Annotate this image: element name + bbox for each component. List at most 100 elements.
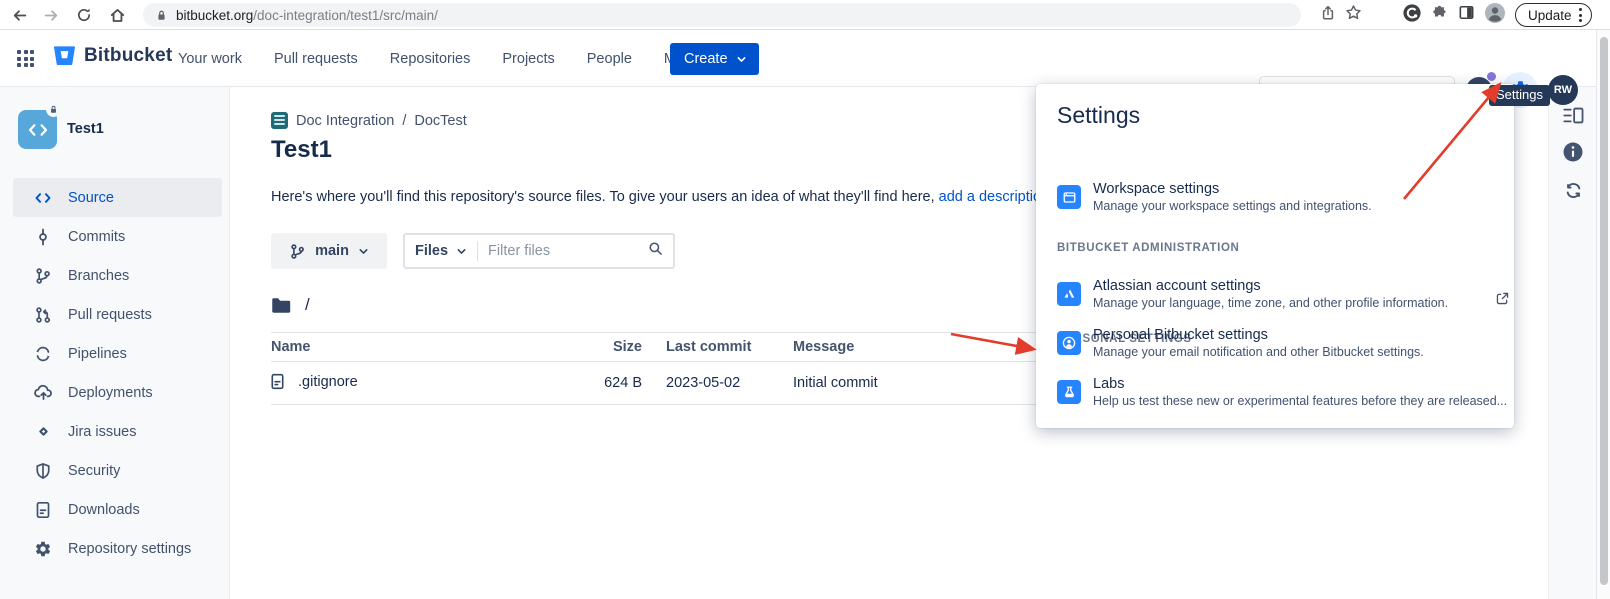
menu-item-labs[interactable]: Labs Help us test these new or experimen… — [1048, 375, 1502, 423]
share-icon[interactable] — [1320, 5, 1336, 26]
breadcrumb: Doc Integration / DocTest — [271, 112, 467, 129]
app-switcher-icon[interactable] — [17, 50, 34, 67]
browser-menu-icon[interactable] — [1579, 8, 1582, 22]
toggle-details-panel-icon[interactable] — [1561, 103, 1585, 127]
add-description-link[interactable]: add a description — [939, 189, 1049, 205]
workspace-avatar-icon — [271, 112, 288, 129]
sidebar-item-source[interactable]: Source — [13, 178, 222, 217]
deployments-cloud-icon — [33, 383, 53, 403]
breadcrumb-workspace[interactable]: Doc Integration — [296, 113, 394, 129]
breadcrumb-project[interactable]: DocTest — [414, 113, 466, 129]
browser-update-button[interactable]: Update — [1515, 3, 1592, 27]
sync-icon[interactable] — [1561, 178, 1585, 202]
app-header: Bitbucket Your work Pull requests Reposi… — [0, 30, 1610, 87]
nav-repositories[interactable]: Repositories — [390, 51, 471, 67]
menu-item-description: Help us test these new or experimental f… — [1093, 394, 1507, 408]
file-last-commit[interactable]: 2023-05-02 — [666, 375, 740, 391]
sidebar-item-branches[interactable]: Branches — [13, 256, 222, 295]
sidebar-item-label: Jira issues — [68, 424, 137, 440]
filter-files-input[interactable] — [488, 243, 648, 259]
update-label: Update — [1528, 8, 1572, 23]
menu-item-title: Workspace settings — [1093, 181, 1219, 197]
sidebar-item-deployments[interactable]: Deployments — [13, 373, 222, 412]
menu-item-description: Manage your language, time zone, and oth… — [1093, 296, 1448, 310]
code-avatar-icon — [27, 119, 49, 141]
settings-tooltip: Settings — [1489, 85, 1550, 106]
notification-dot — [1487, 72, 1496, 81]
sidebar-item-downloads[interactable]: Downloads — [13, 490, 222, 529]
user-avatar[interactable]: RW — [1548, 75, 1578, 105]
sidebar-item-pipelines[interactable]: Pipelines — [13, 334, 222, 373]
table-row-gitignore[interactable]: .gitignore — [269, 373, 358, 390]
column-header-size[interactable]: Size — [560, 339, 642, 355]
sidebar-item-label: Security — [68, 463, 120, 479]
arrow-to-personal-bitbucket-settings — [951, 334, 1033, 349]
code-icon — [33, 188, 53, 208]
info-icon[interactable] — [1561, 140, 1585, 164]
create-button[interactable]: Create — [670, 43, 759, 75]
sidebar-item-label: Branches — [68, 268, 129, 284]
url-host: bitbucket.org — [176, 8, 253, 23]
scrollbar-thumb[interactable] — [1600, 37, 1608, 585]
lock-icon — [155, 9, 168, 22]
file-commit-message[interactable]: Initial commit — [793, 375, 878, 391]
folder-icon — [271, 297, 292, 314]
page-scrollbar[interactable] — [1596, 30, 1610, 599]
sidebar-item-label: Deployments — [68, 385, 153, 401]
file-name[interactable]: .gitignore — [298, 374, 358, 390]
breadcrumb-separator: / — [402, 113, 406, 129]
files-dropdown-label: Files — [415, 243, 448, 259]
side-panel-icon[interactable] — [1458, 4, 1475, 26]
address-bar[interactable]: bitbucket.org/doc-integration/test1/src/… — [143, 3, 1301, 27]
settings-dropdown-title: Settings — [1057, 102, 1140, 129]
browser-home-button[interactable] — [106, 4, 128, 26]
browser-profile-avatar[interactable] — [1484, 2, 1506, 29]
column-header-message[interactable]: Message — [793, 339, 854, 355]
branch-icon — [289, 243, 306, 260]
file-icon — [269, 373, 286, 390]
menu-item-personal-bitbucket-settings[interactable]: Personal Bitbucket settings Manage your … — [1048, 326, 1502, 374]
sidebar-item-label: Repository settings — [68, 541, 191, 557]
extension-logo-icon[interactable] — [1402, 3, 1422, 28]
search-icon — [648, 241, 663, 261]
menu-item-workspace-settings[interactable]: Workspace settings Manage your workspace… — [1048, 180, 1502, 228]
gear-icon — [33, 539, 53, 559]
primary-nav: Your work Pull requests Repositories Pro… — [178, 30, 713, 87]
divider — [477, 241, 478, 261]
nav-your-work[interactable]: Your work — [178, 51, 242, 67]
sidebar-item-pull-requests[interactable]: Pull requests — [13, 295, 222, 334]
sidebar-item-label: Commits — [68, 229, 125, 245]
file-size: 624 B — [560, 375, 642, 391]
sidebar-item-jira-issues[interactable]: Jira issues — [13, 412, 222, 451]
bitbucket-logo[interactable]: Bitbucket — [52, 43, 172, 68]
atlassian-logo-icon — [1057, 282, 1081, 306]
sidebar-item-repository-settings[interactable]: Repository settings — [13, 529, 222, 568]
chevron-down-icon — [736, 54, 747, 65]
branch-selector[interactable]: main — [271, 233, 387, 269]
browser-reload-button[interactable] — [73, 4, 95, 26]
browser-forward-button[interactable] — [40, 4, 62, 26]
right-rail — [1548, 87, 1596, 599]
browser-back-button[interactable] — [8, 4, 30, 26]
sidebar-item-label: Source — [68, 190, 114, 206]
repo-nav: Source Commits Branches Pull requests Pi… — [13, 178, 222, 568]
external-link-icon — [1495, 291, 1510, 311]
nav-pull-requests[interactable]: Pull requests — [274, 51, 358, 67]
repo-description: Here's where you'll find this repository… — [271, 189, 1049, 205]
sidebar-item-commits[interactable]: Commits — [13, 217, 222, 256]
pull-request-icon — [33, 305, 53, 325]
nav-people[interactable]: People — [587, 51, 632, 67]
nav-projects[interactable]: Projects — [502, 51, 554, 67]
bitbucket-logo-icon — [52, 43, 77, 68]
menu-item-description: Manage your email notification and other… — [1093, 345, 1424, 359]
column-header-last-commit[interactable]: Last commit — [666, 339, 751, 355]
workspace-settings-icon — [1057, 185, 1081, 209]
column-header-name[interactable]: Name — [271, 339, 311, 355]
bitbucket-logo-text: Bitbucket — [84, 45, 172, 67]
bitbucket-app: bitbucket.org/doc-integration/test1/src/… — [0, 0, 1610, 599]
extensions-puzzle-icon[interactable] — [1431, 4, 1449, 27]
sidebar-item-security[interactable]: Security — [13, 451, 222, 490]
menu-item-atlassian-account-settings[interactable]: Atlassian account settings Manage your l… — [1048, 277, 1502, 325]
bookmark-star-icon[interactable] — [1345, 4, 1362, 26]
files-dropdown[interactable]: Files — [415, 243, 467, 259]
